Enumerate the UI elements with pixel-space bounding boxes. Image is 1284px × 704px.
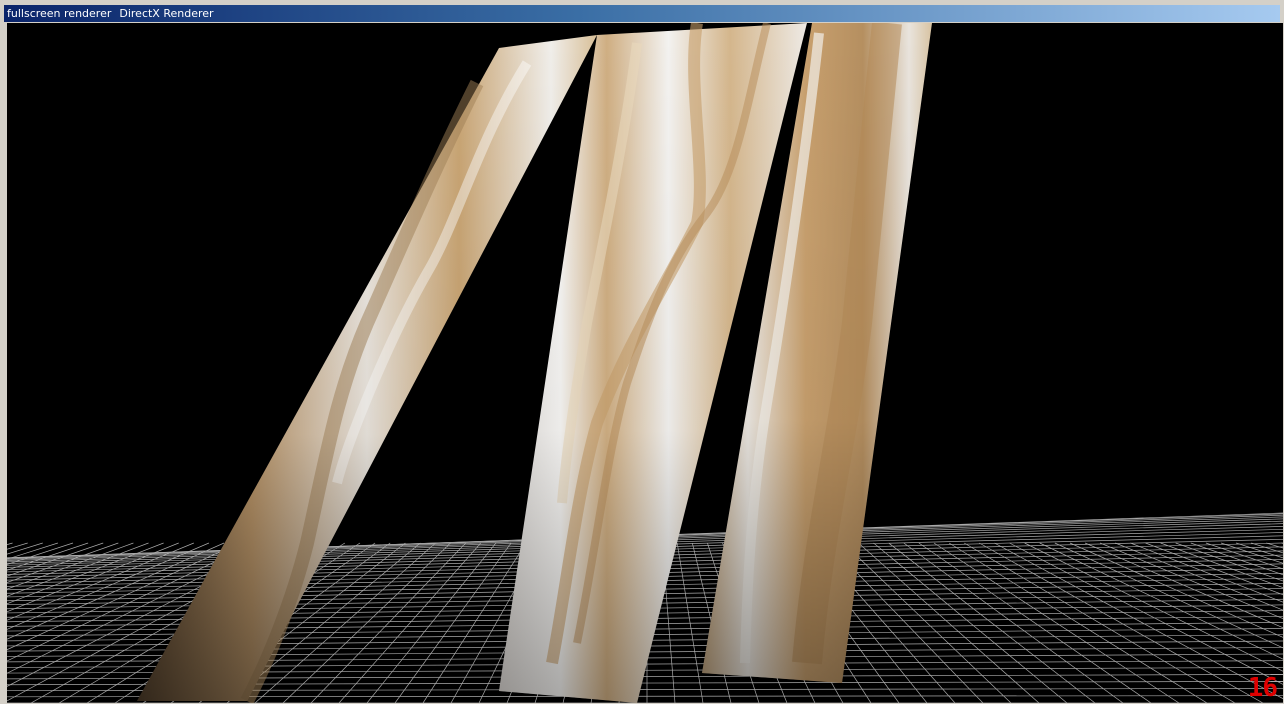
title-bar[interactable]: fullscreen renderer DirectX Renderer xyxy=(4,5,1280,22)
fps-counter: 16 xyxy=(1247,673,1278,703)
render-viewport[interactable]: 16 xyxy=(7,23,1283,703)
scene-canvas xyxy=(7,23,1283,703)
window-title: fullscreen renderer xyxy=(7,7,112,20)
window-subtitle: DirectX Renderer xyxy=(119,7,214,20)
renderer-window: fullscreen renderer DirectX Renderer 16 xyxy=(0,0,1284,704)
